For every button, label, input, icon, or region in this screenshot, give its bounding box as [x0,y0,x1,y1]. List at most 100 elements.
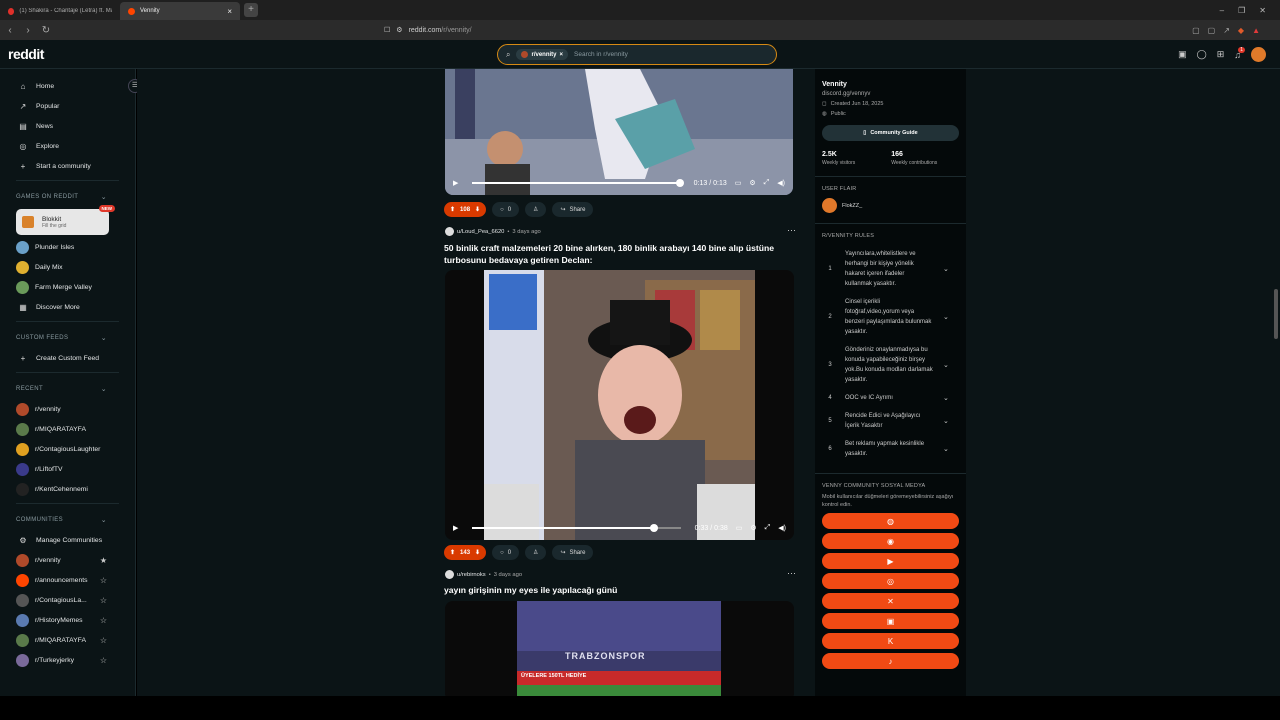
vote-button[interactable]: ⬆ 108 ⬇ [444,202,487,217]
favorite-star-icon[interactable]: ☆ [100,636,107,645]
browser-tab[interactable]: (1) Shakira - Chantaje (Letra) ft. Mal..… [0,2,120,20]
upvote-icon[interactable]: ⬆ [450,206,455,213]
post-title[interactable]: 50 binlik craft malzemeleri 20 bine alır… [444,242,784,266]
post-title[interactable]: yayın girişinin my eyes ile yapılacağı g… [444,584,784,596]
social-link-button[interactable]: ✕ [822,593,959,609]
favorite-star-icon[interactable]: ☆ [100,616,107,625]
play-icon[interactable]: ▶ [453,179,458,187]
forward-icon[interactable]: › [20,25,36,36]
close-window-icon[interactable]: ✕ [1259,6,1266,15]
comments-button[interactable]: ○ 0 [492,545,520,560]
scrollbar-thumb[interactable] [1274,289,1278,339]
captions-icon[interactable]: ▭ [735,179,742,187]
post-author[interactable]: u/rebirnoks [457,572,486,578]
user-avatar[interactable] [445,570,454,579]
manage-communities[interactable]: ⚙ Manage Communities [0,530,135,550]
social-link-button[interactable]: ◍ [822,513,959,529]
user-flair[interactable]: FlokZZ_ [822,198,966,213]
user-avatar[interactable] [445,227,454,236]
sidebar-game[interactable]: Plunder Isles [0,237,135,257]
settings-icon[interactable]: ⚙ [750,524,756,532]
user-avatar[interactable] [1251,47,1266,62]
recent-community[interactable]: r/ContagiousLaughter [0,439,135,459]
video-progress[interactable] [472,179,684,187]
rule-item[interactable]: 3 Gönderiniz onaylanmadıysa bu konuda yap… [815,341,966,389]
sidebar-game[interactable]: Daily Mix [0,257,135,277]
more-options-icon[interactable]: ⋯ [787,568,796,579]
notifications-icon[interactable]: ♫ 1 [1234,46,1245,60]
award-button[interactable]: ♙ [525,202,547,217]
rule-item[interactable]: 2 Cinsel içerikli fotoğraf,video,yorum ve… [815,293,966,341]
social-link-button[interactable]: K [822,633,959,649]
community-item[interactable]: r/vennity ★ [0,550,135,570]
award-button[interactable]: ♙ [525,545,547,560]
community-guide-button[interactable]: ▯ Community Guide [822,125,959,141]
shield-icon[interactable]: ◆ [1238,26,1244,35]
settings-icon[interactable]: ⚙ [749,179,755,187]
rule-item[interactable]: 5 Rencide Edici ve Aşağılayıcı İçerik Yas… [815,407,966,435]
browser-tab-active[interactable]: Vennity × [120,2,240,20]
post-video[interactable]: ▶ 0:33 / 0:38 ▭ ⚙ ⤢ ◀) [445,270,794,540]
extension-icon[interactable]: ▢ [1208,26,1216,35]
volume-icon[interactable]: ◀) [778,524,786,532]
recent-community[interactable]: r/KentCehennemi [0,479,135,499]
sidebar-item[interactable]: ▤ News [0,116,135,136]
url-field[interactable]: ☐ ⚙ reddit.com/r/vennity/ [384,26,472,35]
search-scope-chip[interactable]: r/vennity × [516,49,569,60]
downvote-icon[interactable]: ⬇ [475,549,480,556]
social-link-button[interactable]: ▣ [822,613,959,629]
recent-community[interactable]: r/vennity [0,399,135,419]
fullscreen-icon[interactable]: ⤢ [765,524,771,532]
share-icon[interactable]: ↗ [1223,26,1230,35]
create-custom-feed[interactable]: + Create Custom Feed [0,348,135,368]
rule-item[interactable]: 6 Bet reklamı yapmak kesinlikle yasaktır.… [815,435,966,463]
comments-button[interactable]: ○ 0 [492,202,520,217]
sidebar-item[interactable]: ◎ Explore [0,136,135,156]
recent-header[interactable]: RECENT ⌄ [0,379,135,399]
new-tab-button[interactable]: + [244,3,258,17]
site-info-icon[interactable]: ⚙ [396,26,402,34]
custom-feeds-header[interactable]: CUSTOM FEEDS ⌄ [0,328,135,348]
recent-community[interactable]: r/MIQARATAYFA [0,419,135,439]
social-link-button[interactable]: ◎ [822,573,959,589]
sidebar-item[interactable]: ⌂ Home [0,76,135,96]
reload-icon[interactable]: ↻ [38,25,54,36]
create-icon[interactable]: ⊞ [1217,49,1225,60]
search-input[interactable]: ⌕ r/vennity × Search in r/vennity [497,44,777,65]
vote-button[interactable]: ⬆ 143 ⬇ [444,545,487,560]
featured-game-card[interactable]: Blokkit Fill the grid NEW [16,205,115,235]
rule-item[interactable]: 1 Yayıncılara,whitelistlere ve herhangi b… [815,245,966,293]
social-link-button[interactable]: ▶ [822,553,959,569]
favorite-star-icon[interactable]: ★ [100,556,107,565]
close-icon[interactable]: × [227,7,232,16]
page-scrollbar[interactable] [1272,69,1280,696]
chat-icon[interactable]: ◯ [1197,49,1207,60]
video-progress[interactable] [472,524,681,532]
volume-icon[interactable]: ◀) [777,179,785,187]
community-item[interactable]: r/HistoryMemes ☆ [0,610,135,630]
reddit-logo[interactable]: reddit [8,46,44,62]
downvote-icon[interactable]: ⬇ [475,206,480,213]
upvote-icon[interactable]: ⬆ [450,549,455,556]
share-button[interactable]: ↪ Share [552,545,594,560]
close-icon[interactable]: × [560,52,564,58]
community-item[interactable]: r/MIQARATAYFA ☆ [0,630,135,650]
favorite-star-icon[interactable]: ☆ [100,656,107,665]
communities-header[interactable]: COMMUNITIES ⌄ [0,510,135,530]
sidebar-game[interactable]: Farm Merge Valley [0,277,135,297]
extension-icon[interactable]: ▢ [1192,26,1200,35]
more-options-icon[interactable]: ⋯ [787,225,796,236]
favorite-star-icon[interactable]: ☆ [100,576,107,585]
fullscreen-icon[interactable]: ⤢ [764,179,770,187]
ads-icon[interactable]: ▣ [1178,49,1187,60]
minimize-icon[interactable]: – [1220,6,1224,15]
community-link[interactable]: discord.gg/vennyv [822,91,966,97]
share-button[interactable]: ↪ Share [552,202,594,217]
post-video[interactable]: TRABZONSPOR ÜYELERE 150TL HEDİYE [445,601,794,696]
captions-icon[interactable]: ▭ [736,524,743,532]
bookmark-icon[interactable]: ☐ [384,26,390,34]
post-author[interactable]: u/Loud_Pea_6620 [457,229,504,235]
sidebar-item[interactable]: ↗ Popular [0,96,135,116]
social-link-button[interactable]: ◉ [822,533,959,549]
favorite-star-icon[interactable]: ☆ [100,596,107,605]
